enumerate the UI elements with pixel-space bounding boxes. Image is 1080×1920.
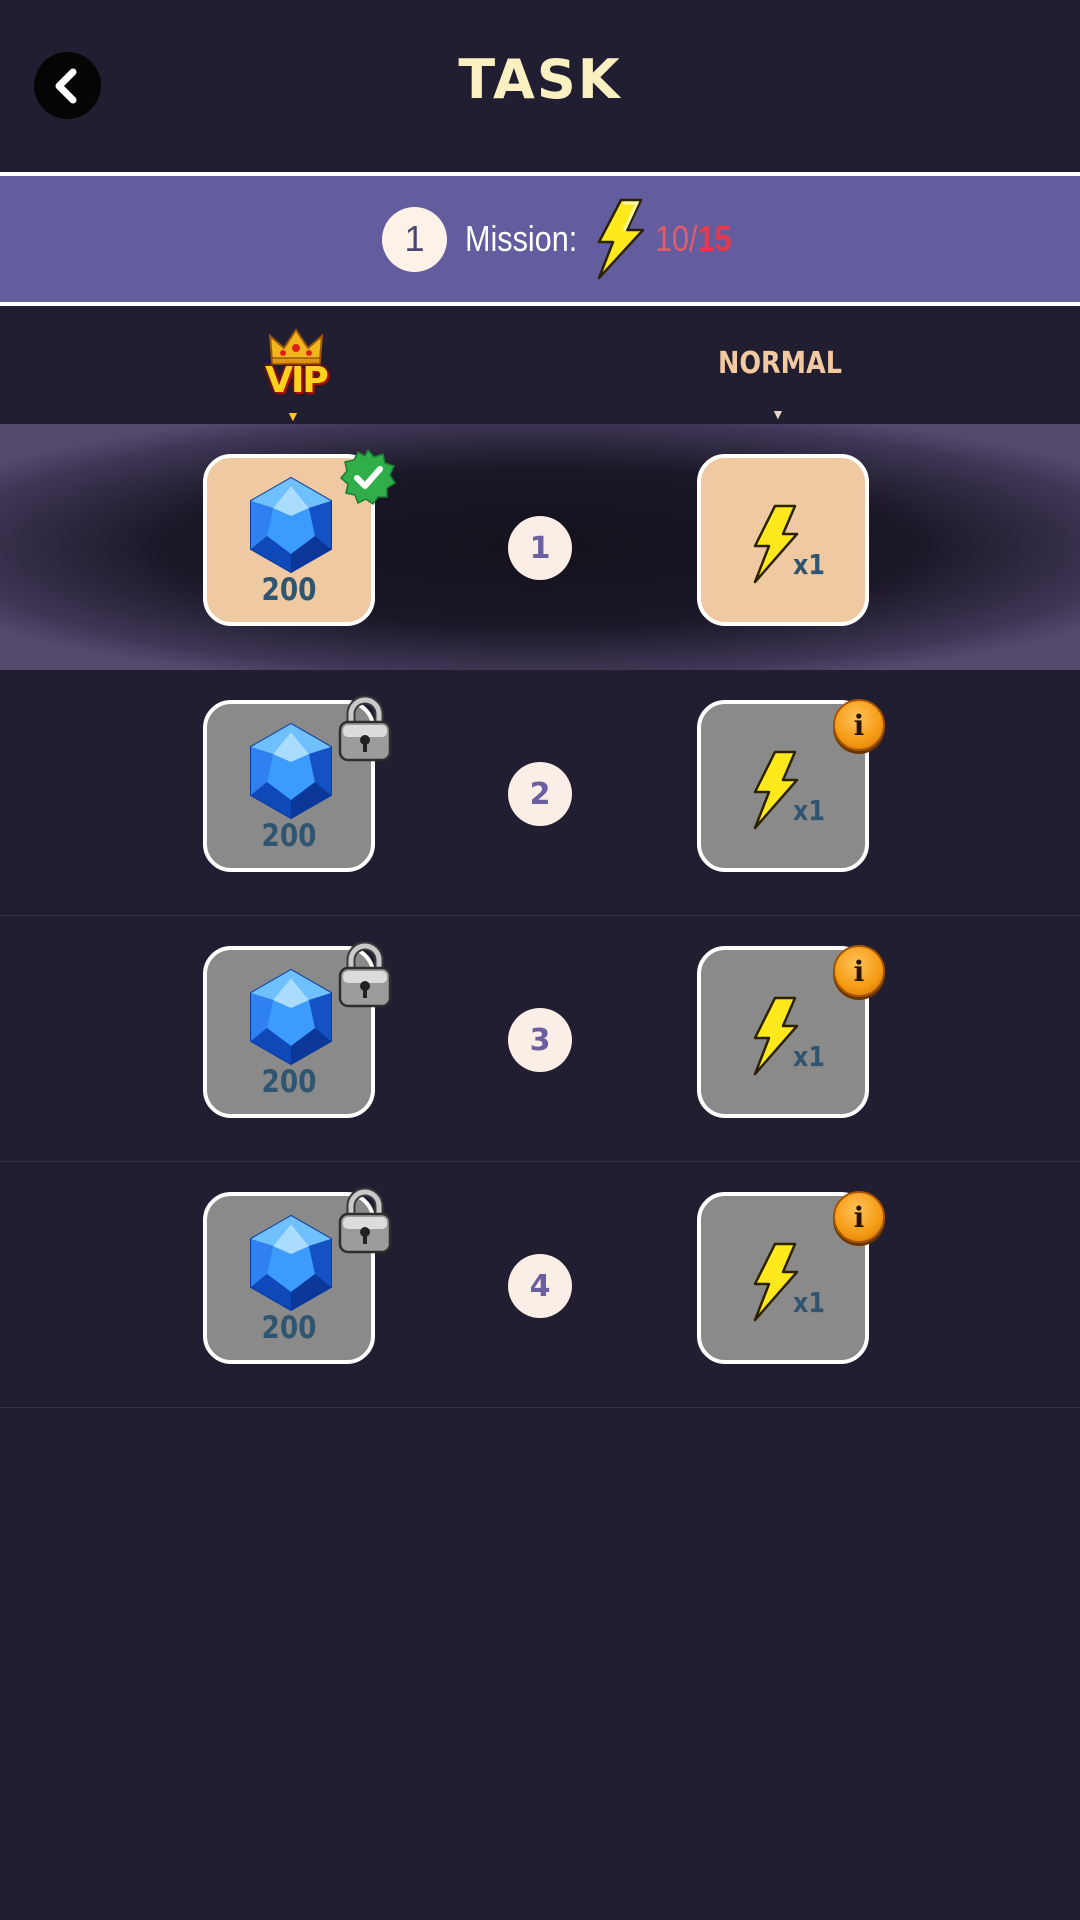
mission-bar: 1 Mission: 10/15: [0, 172, 1080, 306]
normal-reward-card[interactable]: x1: [697, 454, 869, 626]
task-row: 200 1 x1: [0, 424, 1080, 670]
info-icon[interactable]: i: [833, 1191, 885, 1243]
reward-quantity: x1: [793, 1040, 825, 1073]
blue-gem-icon: [250, 1214, 332, 1312]
task-row: 200 4 x1 i: [0, 1162, 1080, 1408]
vip-reward-card[interactable]: 200: [203, 695, 392, 872]
blue-gem-icon: [250, 722, 332, 820]
normal-label: NORMAL: [717, 346, 843, 381]
vip-reward-card[interactable]: 200: [203, 1187, 392, 1364]
vip-reward-card[interactable]: 200: [203, 448, 397, 626]
caret-down-icon: ▼: [286, 408, 300, 424]
normal-column-header[interactable]: NORMAL ▼: [700, 346, 860, 422]
reward-quantity: x1: [793, 794, 825, 827]
task-row: 200 3 x1 i: [0, 916, 1080, 1162]
reward-quantity: x1: [793, 1286, 825, 1319]
page-title: TASK: [458, 48, 622, 111]
lock-icon: [338, 1187, 392, 1254]
vip-reward-card[interactable]: 200: [203, 941, 392, 1118]
vip-label: VIP: [265, 360, 329, 401]
reward-amount: 200: [261, 818, 317, 854]
mission-level-badge: 1: [382, 206, 447, 272]
task-step-number: 4: [508, 1254, 572, 1318]
vip-column-header[interactable]: VIP ▼: [262, 326, 330, 424]
check-icon: [339, 448, 397, 506]
reward-amount: 200: [261, 572, 317, 608]
task-step-number: 2: [508, 762, 572, 826]
caret-down-icon: ▼: [771, 406, 785, 422]
blue-gem-icon: [250, 476, 332, 574]
normal-reward-card[interactable]: x1 i: [697, 1191, 885, 1364]
task-row: 200 2 x1 i: [0, 670, 1080, 916]
lock-icon: [338, 941, 392, 1008]
mission-label: Mission:: [465, 218, 578, 259]
lock-icon: [338, 695, 392, 762]
info-icon[interactable]: i: [833, 699, 885, 751]
reward-amount: 200: [261, 1064, 317, 1100]
info-icon[interactable]: i: [833, 945, 885, 997]
blue-gem-icon: [250, 968, 332, 1066]
lightning-bolt-icon: [597, 198, 645, 280]
task-step-number: 3: [508, 1008, 572, 1072]
reward-amount: 200: [261, 1310, 317, 1346]
normal-reward-card[interactable]: x1 i: [697, 945, 885, 1118]
mission-progress: 10/15: [655, 218, 732, 259]
task-step-number: 1: [508, 516, 572, 580]
reward-quantity: x1: [793, 548, 825, 581]
normal-reward-card[interactable]: x1 i: [697, 699, 885, 872]
